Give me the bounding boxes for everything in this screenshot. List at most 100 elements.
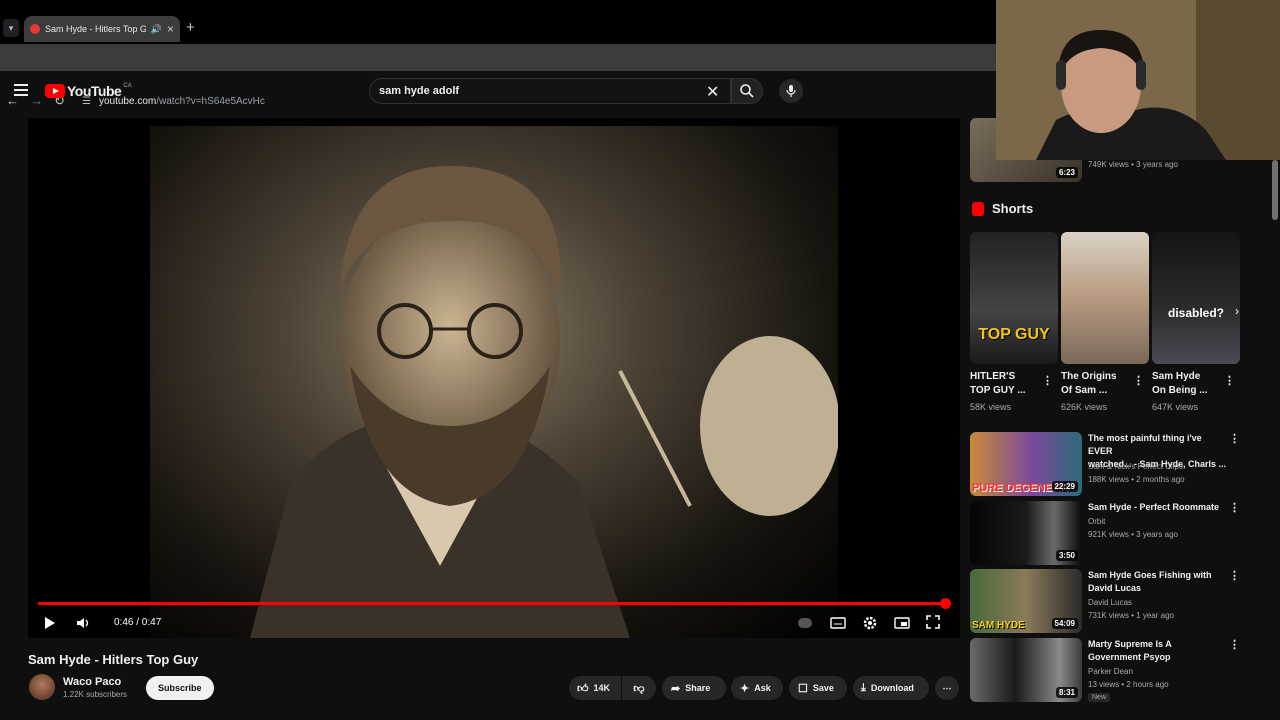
duration-badge: 3:50 bbox=[1055, 550, 1078, 561]
rec-meta: 13 views • 2 hours ago bbox=[1088, 680, 1169, 689]
video-still-image bbox=[250, 166, 838, 638]
rec-meta: 731K views • 1 year ago bbox=[1088, 611, 1174, 620]
short-thumbnail[interactable]: TOP GUY bbox=[970, 232, 1058, 364]
youtube-favicon-icon bbox=[30, 24, 40, 34]
more-vertical-icon[interactable]: ⋮ bbox=[1229, 501, 1240, 514]
short-overlay-text: disabled? bbox=[1167, 306, 1224, 320]
more-vertical-icon[interactable]: ⋮ bbox=[1042, 374, 1053, 387]
dislike-button[interactable]: 👎︎ bbox=[622, 676, 656, 700]
rec-meta: 188K views • 2 months ago bbox=[1088, 475, 1185, 484]
search-icon bbox=[740, 84, 754, 98]
rec-title[interactable]: Sam Hyde Goes Fishing with David Lucas bbox=[1088, 569, 1228, 595]
more-vertical-icon[interactable]: ⋮ bbox=[1229, 569, 1240, 582]
rec-thumbnail[interactable]: PURE DEGENERA 22:29 bbox=[970, 432, 1082, 496]
video-player[interactable]: 0:46 / 0:47 bbox=[28, 118, 960, 638]
like-count: 14K bbox=[593, 683, 611, 693]
time-display: 0:46 / 0:47 bbox=[114, 617, 162, 628]
like-button[interactable]: 👍︎ 14K bbox=[569, 676, 621, 700]
share-button[interactable]: ➦ Share bbox=[662, 676, 726, 700]
duration-badge: 8:31 bbox=[1055, 687, 1078, 698]
clear-search-icon[interactable]: ✕ bbox=[706, 82, 719, 102]
rec-thumbnail[interactable]: 8:31 bbox=[970, 638, 1082, 702]
tab-title: Sam Hyde - Hitlers Top Guy bbox=[45, 24, 146, 34]
short-views: 647K views bbox=[1152, 402, 1199, 412]
progress-bar[interactable] bbox=[38, 598, 951, 609]
play-icon[interactable] bbox=[44, 616, 56, 630]
subscribe-button[interactable]: Subscribe bbox=[146, 676, 214, 700]
search-value: sam hyde adolf bbox=[379, 85, 460, 97]
captions-icon[interactable] bbox=[830, 616, 846, 630]
ask-button[interactable]: ✦ Ask bbox=[731, 676, 783, 700]
rec-channel[interactable]: Parker Dean bbox=[1088, 667, 1133, 676]
subscriber-count: 1.22K subscribers bbox=[63, 690, 128, 699]
thumbs-down-icon: 👎︎ bbox=[633, 682, 645, 695]
short-thumbnail[interactable] bbox=[1061, 232, 1149, 364]
webcam-overlay bbox=[996, 0, 1280, 160]
rec-channel[interactable]: Orbit bbox=[1088, 517, 1105, 526]
search-input[interactable]: sam hyde adolf bbox=[369, 78, 731, 104]
share-label: Share bbox=[685, 683, 711, 693]
logo-text: YouTube bbox=[67, 83, 122, 99]
youtube-play-logo-icon bbox=[45, 84, 65, 98]
save-button[interactable]: ☐ Save bbox=[789, 676, 847, 700]
speaker-icon[interactable]: 🔊 bbox=[151, 24, 162, 35]
country-code: CA bbox=[123, 83, 132, 89]
duration-badge: 6:23 bbox=[1055, 167, 1078, 178]
scrubber-handle[interactable] bbox=[940, 598, 951, 609]
browser-tab[interactable]: Sam Hyde - Hitlers Top Guy 🔊 × bbox=[24, 16, 180, 42]
rec-overlay-text: SAM HYDE bbox=[972, 620, 1025, 631]
voice-search-button[interactable] bbox=[779, 79, 803, 103]
more-vertical-icon[interactable]: ⋮ bbox=[1224, 374, 1235, 387]
search-button[interactable] bbox=[731, 78, 763, 104]
video-frame[interactable] bbox=[150, 126, 838, 638]
settings-gear-icon[interactable] bbox=[862, 615, 878, 631]
share-icon: ➦ bbox=[671, 682, 681, 695]
save-label: Save bbox=[812, 683, 834, 693]
new-tab-button[interactable]: + bbox=[186, 19, 195, 36]
menu-icon[interactable] bbox=[14, 84, 28, 96]
new-badge: New bbox=[1088, 693, 1111, 702]
rec-channel[interactable]: David Lucas bbox=[1088, 598, 1132, 607]
rec-thumbnail[interactable]: SAM HYDE 54:09 bbox=[970, 569, 1082, 633]
channel-avatar[interactable] bbox=[29, 674, 55, 700]
sidebar-scrollbar[interactable] bbox=[1272, 160, 1278, 220]
download-icon: ⤓ bbox=[861, 681, 866, 694]
rec-meta: 921K views • 3 years ago bbox=[1088, 530, 1178, 539]
more-vertical-icon[interactable]: ⋮ bbox=[1133, 374, 1144, 387]
close-tab-icon[interactable]: × bbox=[167, 22, 174, 36]
more-vertical-icon[interactable]: ⋮ bbox=[1229, 432, 1240, 445]
webcam-feed-image bbox=[996, 0, 1280, 160]
more-horizontal-icon: ⋯ bbox=[942, 682, 952, 693]
volume-icon[interactable] bbox=[76, 616, 90, 630]
rec-title[interactable]: Sam Hyde - Perfect Roommate bbox=[1088, 501, 1228, 514]
short-overlay-text: TOP GUY bbox=[978, 326, 1050, 343]
url-path: /watch?v=hS64e5AcvHc bbox=[156, 95, 265, 107]
more-actions-button[interactable]: ⋯ bbox=[935, 676, 959, 700]
video-title: Sam Hyde - Hitlers Top Guy bbox=[28, 652, 199, 667]
short-views: 626K views bbox=[1061, 402, 1108, 412]
channel-name[interactable]: Waco Paco bbox=[63, 676, 121, 688]
ask-label: Ask bbox=[754, 683, 771, 693]
short-title[interactable]: Sam Hyde On Being ... bbox=[1152, 370, 1208, 398]
more-vertical-icon[interactable]: ⋮ bbox=[1229, 638, 1240, 651]
tab-search-button[interactable]: ▾ bbox=[3, 19, 19, 37]
theater-mode-icon[interactable] bbox=[894, 616, 910, 630]
youtube-logo[interactable]: YouTube CA bbox=[45, 83, 132, 99]
short-thumbnail[interactable]: disabled? bbox=[1152, 232, 1240, 364]
shorts-heading: Shorts bbox=[972, 201, 1033, 216]
autoplay-toggle[interactable] bbox=[798, 618, 812, 628]
chevron-right-icon[interactable]: › bbox=[1229, 304, 1245, 320]
forward-icon[interactable]: → bbox=[30, 93, 43, 108]
thumbs-up-icon: 👍︎ bbox=[577, 682, 589, 695]
rec-thumbnail[interactable]: 3:50 bbox=[970, 501, 1082, 565]
fullscreen-icon[interactable] bbox=[926, 615, 940, 629]
short-title[interactable]: HITLER'S TOP GUY ... bbox=[970, 370, 1026, 398]
microphone-icon bbox=[786, 85, 796, 97]
rec-title[interactable]: Marty Supreme Is A Government Psyop bbox=[1088, 638, 1228, 664]
bookmark-icon: ☐ bbox=[798, 682, 808, 695]
short-title[interactable]: The Origins Of Sam ... bbox=[1061, 370, 1117, 398]
rec-channel[interactable]: Sam & Nick's Perfect Clips bbox=[1088, 462, 1183, 471]
duration-badge: 22:29 bbox=[1051, 481, 1078, 492]
shorts-icon bbox=[972, 201, 984, 216]
download-button[interactable]: ⤓ Download bbox=[853, 676, 929, 700]
